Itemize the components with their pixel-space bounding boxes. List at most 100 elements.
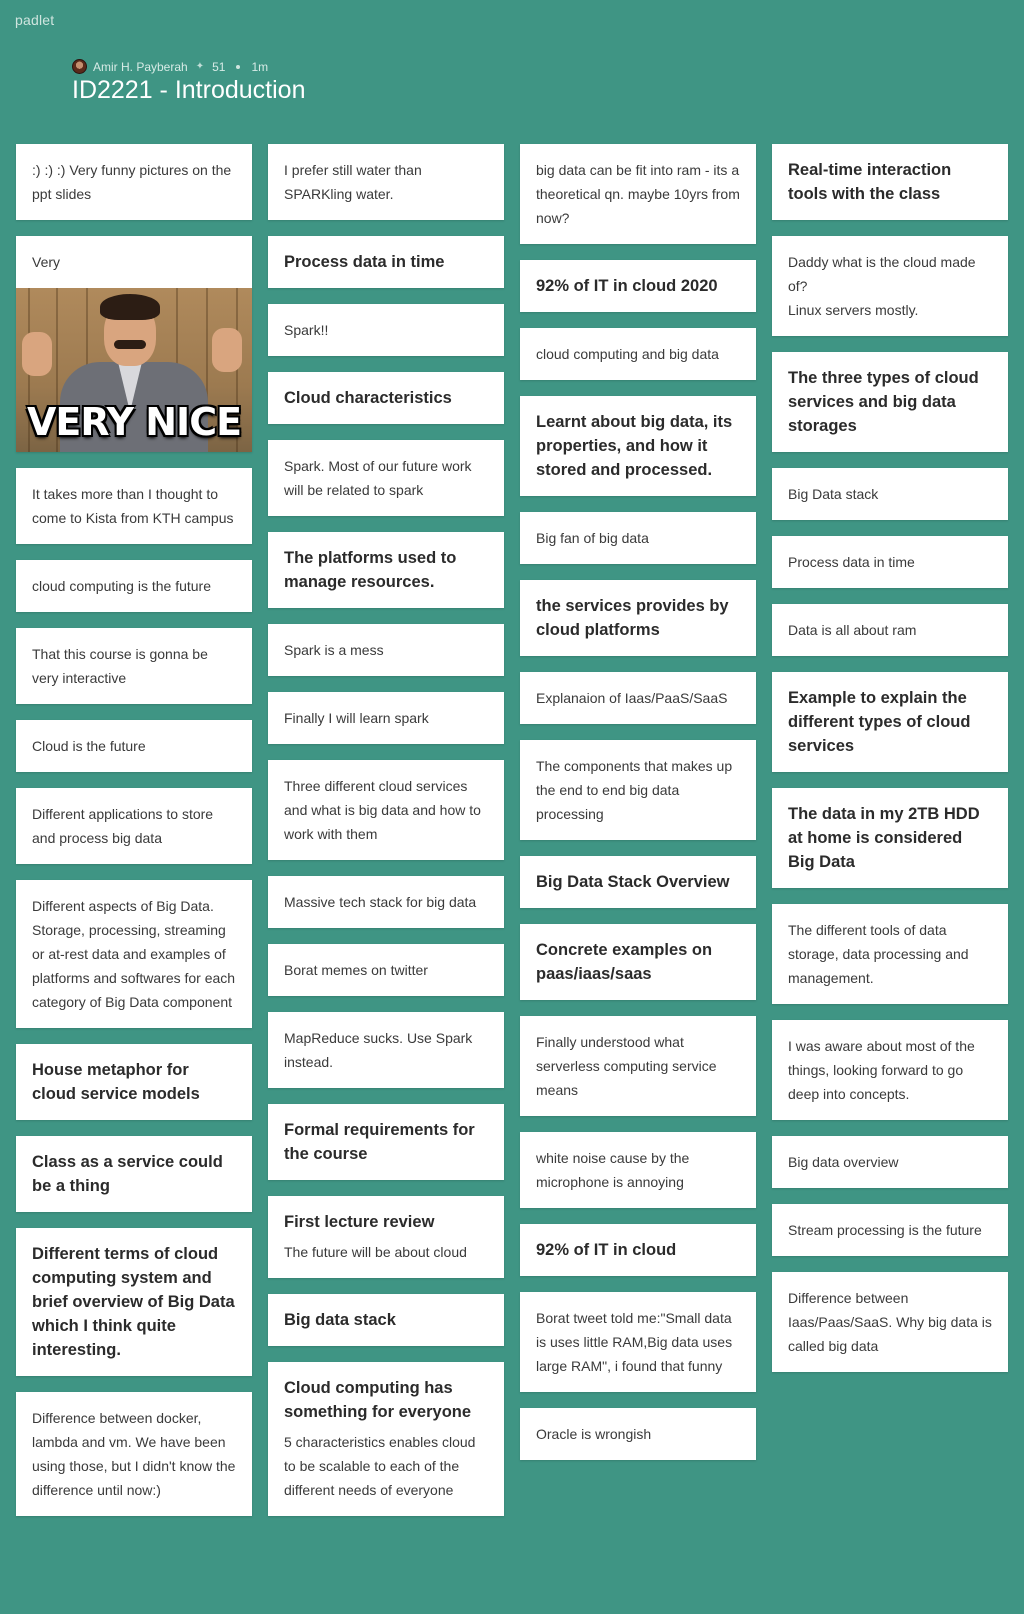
- post-card[interactable]: Explanaion of Iaas/PaaS/SaaS: [520, 672, 756, 724]
- post-body: I was aware about most of the things, lo…: [788, 1038, 975, 1102]
- post-card[interactable]: cloud computing and big data: [520, 328, 756, 380]
- post-body: Finally I will learn spark: [284, 710, 429, 726]
- post-card[interactable]: Real-time interaction tools with the cla…: [772, 144, 1008, 220]
- board-meta: Amir H. Payberah ✦ 51 1m: [72, 59, 268, 74]
- post-title: Different terms of cloud computing syste…: [32, 1245, 235, 1359]
- post-card[interactable]: cloud computing is the future: [16, 560, 252, 612]
- post-card[interactable]: Big data overview: [772, 1136, 1008, 1188]
- post-card[interactable]: Different applications to store and proc…: [16, 788, 252, 864]
- post-body: I prefer still water than SPARKling wate…: [284, 162, 422, 202]
- post-body: Big fan of big data: [536, 530, 649, 546]
- post-card[interactable]: Class as a service could be a thing: [16, 1136, 252, 1212]
- post-card[interactable]: Very VERY NICE: [16, 236, 252, 452]
- post-card[interactable]: The platforms used to manage resources.: [268, 532, 504, 608]
- post-card[interactable]: The components that makes up the end to …: [520, 740, 756, 840]
- post-card[interactable]: Big Data stack: [772, 468, 1008, 520]
- post-body: Very: [32, 254, 61, 270]
- post-content: Cloud is the future: [16, 720, 252, 772]
- post-card[interactable]: That this course is gonna be very intera…: [16, 628, 252, 704]
- post-card[interactable]: Big Data Stack Overview: [520, 856, 756, 908]
- post-content: Borat memes on twitter: [268, 944, 504, 996]
- post-card[interactable]: Three different cloud services and what …: [268, 760, 504, 860]
- sparkle-icon: ✦: [195, 61, 205, 72]
- post-content: Big Data stack: [772, 468, 1008, 520]
- post-card[interactable]: 92% of IT in cloud: [520, 1224, 756, 1276]
- post-card[interactable]: Borat tweet told me:"Small data is uses …: [520, 1292, 756, 1392]
- post-content: Spark. Most of our future work will be r…: [268, 440, 504, 516]
- post-card[interactable]: Spark. Most of our future work will be r…: [268, 440, 504, 516]
- post-card[interactable]: Oracle is wrongish: [520, 1408, 756, 1460]
- post-body: Process data in time: [788, 554, 915, 570]
- post-card[interactable]: It takes more than I thought to come to …: [16, 468, 252, 544]
- post-card[interactable]: Borat memes on twitter: [268, 944, 504, 996]
- post-content: The platforms used to manage resources.: [268, 532, 504, 608]
- post-card[interactable]: Cloud is the future: [16, 720, 252, 772]
- post-title: Big data stack: [284, 1311, 396, 1329]
- post-card[interactable]: MapReduce sucks. Use Spark instead.: [268, 1012, 504, 1088]
- post-card[interactable]: Process data in time: [772, 536, 1008, 588]
- post-content: white noise cause by the microphone is a…: [520, 1132, 756, 1208]
- post-card[interactable]: Concrete examples on paas/iaas/saas: [520, 924, 756, 1000]
- post-card[interactable]: Spark!!: [268, 304, 504, 356]
- post-card[interactable]: Big fan of big data: [520, 512, 756, 564]
- post-content: Difference between docker, lambda and vm…: [16, 1392, 252, 1516]
- post-image[interactable]: VERY NICE: [16, 288, 252, 452]
- post-content: :) :) :) Very funny pictures on the ppt …: [16, 144, 252, 220]
- author-name[interactable]: Amir H. Payberah: [93, 60, 188, 74]
- post-card[interactable]: House metaphor for cloud service models: [16, 1044, 252, 1120]
- post-card[interactable]: white noise cause by the microphone is a…: [520, 1132, 756, 1208]
- post-body: Borat memes on twitter: [284, 962, 428, 978]
- padlet-logo[interactable]: padlet: [15, 12, 54, 28]
- post-content: Learnt about big data, its properties, a…: [520, 396, 756, 496]
- post-card[interactable]: Stream processing is the future: [772, 1204, 1008, 1256]
- post-card[interactable]: :) :) :) Very funny pictures on the ppt …: [16, 144, 252, 220]
- post-card[interactable]: Process data in time: [268, 236, 504, 288]
- post-card[interactable]: The three types of cloud services and bi…: [772, 352, 1008, 452]
- post-body: The future will be about cloud: [284, 1244, 467, 1260]
- person-hair: [100, 294, 160, 320]
- post-card[interactable]: Massive tech stack for big data: [268, 876, 504, 928]
- post-card[interactable]: Big data stack: [268, 1294, 504, 1346]
- post-card[interactable]: Difference between Iaas/Paas/SaaS. Why b…: [772, 1272, 1008, 1372]
- post-card[interactable]: Daddy what is the cloud made of? Linux s…: [772, 236, 1008, 336]
- post-card[interactable]: The data in my 2TB HDD at home is consid…: [772, 788, 1008, 888]
- post-card[interactable]: Difference between docker, lambda and vm…: [16, 1392, 252, 1516]
- post-title: Concrete examples on paas/iaas/saas: [536, 941, 713, 983]
- author-avatar[interactable]: [72, 59, 87, 74]
- post-card[interactable]: the services provides by cloud platforms: [520, 580, 756, 656]
- post-content: Cloud characteristics: [268, 372, 504, 424]
- post-card[interactable]: Learnt about big data, its properties, a…: [520, 396, 756, 496]
- post-card[interactable]: Example to explain the different types o…: [772, 672, 1008, 772]
- post-card[interactable]: First lecture review The future will be a…: [268, 1196, 504, 1278]
- post-title: Big Data Stack Overview: [536, 873, 730, 891]
- post-card[interactable]: I was aware about most of the things, lo…: [772, 1020, 1008, 1120]
- post-content: Difference between Iaas/Paas/SaaS. Why b…: [772, 1272, 1008, 1372]
- post-card[interactable]: Data is all about ram: [772, 604, 1008, 656]
- post-card[interactable]: Different terms of cloud computing syste…: [16, 1228, 252, 1376]
- post-card[interactable]: I prefer still water than SPARKling wate…: [268, 144, 504, 220]
- person-mustache: [114, 340, 146, 349]
- post-content: Three different cloud services and what …: [268, 760, 504, 860]
- post-body: Spark!!: [284, 322, 329, 338]
- post-body: Three different cloud services and what …: [284, 778, 481, 842]
- post-card[interactable]: Finally understood what serverless compu…: [520, 1016, 756, 1116]
- post-card[interactable]: Formal requirements for the course: [268, 1104, 504, 1180]
- post-card[interactable]: Cloud characteristics: [268, 372, 504, 424]
- post-card[interactable]: The different tools of data storage, dat…: [772, 904, 1008, 1004]
- post-content: I was aware about most of the things, lo…: [772, 1020, 1008, 1120]
- post-body: Stream processing is the future: [788, 1222, 982, 1238]
- post-body: Cloud is the future: [32, 738, 146, 754]
- post-title: 92% of IT in cloud: [536, 1241, 677, 1259]
- post-content: MapReduce sucks. Use Spark instead.: [268, 1012, 504, 1088]
- post-content: 92% of IT in cloud: [520, 1224, 756, 1276]
- post-card[interactable]: Finally I will learn spark: [268, 692, 504, 744]
- post-title: House metaphor for cloud service models: [32, 1061, 200, 1103]
- post-content: big data can be fit into ram - its a the…: [520, 144, 756, 244]
- post-card[interactable]: Spark is a mess: [268, 624, 504, 676]
- post-card[interactable]: big data can be fit into ram - its a the…: [520, 144, 756, 244]
- post-content: The three types of cloud services and bi…: [772, 352, 1008, 452]
- post-card[interactable]: 92% of IT in cloud 2020: [520, 260, 756, 312]
- post-title: 92% of IT in cloud 2020: [536, 277, 718, 295]
- post-card[interactable]: Different aspects of Big Data. Storage, …: [16, 880, 252, 1028]
- post-card[interactable]: Cloud computing has something for everyo…: [268, 1362, 504, 1516]
